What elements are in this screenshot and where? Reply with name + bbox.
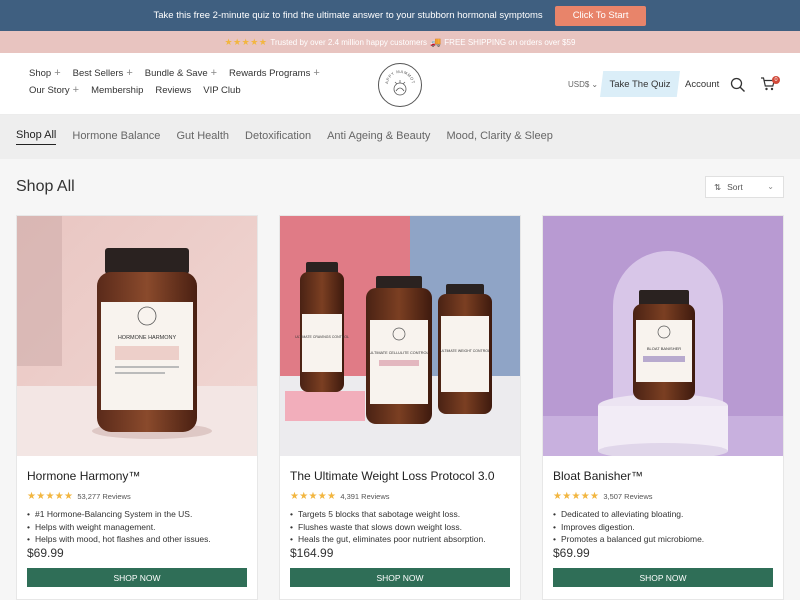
free-shipping-text: FREE SHIPPING on orders over $59	[444, 37, 576, 47]
product-image[interactable]: HORMONE HARMONY	[17, 216, 257, 456]
shop-now-button[interactable]: SHOP NOW	[290, 568, 510, 587]
rating: ★★★★★ 3,507 Reviews	[553, 491, 653, 502]
chevron-down-icon: ⌄	[767, 182, 774, 191]
feature-list: #1 Hormone-Balancing System in the US. H…	[27, 508, 249, 546]
currency-selector[interactable]: USD$ ⌄	[568, 80, 598, 89]
search-icon[interactable]	[730, 77, 746, 93]
product-price: $69.99	[553, 546, 590, 560]
tab-mood-clarity-sleep[interactable]: Mood, Clarity & Sleep	[446, 130, 552, 145]
feature-item: #1 Hormone-Balancing System in the US.	[27, 508, 249, 521]
review-count[interactable]: 4,391 Reviews	[340, 492, 389, 501]
product-image[interactable]: ULTIMATE CRAVINGS CONTROL ULTIMATE WEIGH…	[280, 216, 520, 456]
product-card[interactable]: BLOAT BANISHER Bloat Banisher™ ★★★★★ 3,5…	[542, 215, 784, 600]
feature-item: Flushes waste that slows down weight los…	[290, 521, 512, 534]
site-header: Shop + Best Sellers + Bundle & Save + Rewar…	[0, 53, 800, 115]
star-rating-icon: ★★★★★	[290, 491, 337, 502]
plus-icon: +	[210, 67, 218, 79]
nav-item-membership[interactable]: Membership	[91, 85, 143, 96]
promo-text: Take this free 2-minute quiz to find the…	[153, 10, 543, 21]
click-to-start-button[interactable]: Click To Start	[554, 5, 647, 26]
star-rating-icon: ★★★★★	[27, 491, 74, 502]
nav-item-bundle-save[interactable]: Bundle & Save +	[145, 67, 218, 80]
product-name[interactable]: The Ultimate Weight Loss Protocol 3.0	[290, 469, 495, 483]
product-name[interactable]: Hormone Harmony™	[27, 469, 140, 483]
tab-gut-health[interactable]: Gut Health	[176, 130, 229, 145]
feature-item: Heals the gut, eliminates poor nutrient …	[290, 533, 512, 546]
rating: ★★★★★ 4,391 Reviews	[290, 491, 390, 502]
plus-icon: +	[72, 84, 80, 96]
nav-item-our-story[interactable]: Our Story +	[29, 84, 80, 97]
feature-item: Dedicated to alleviating bloating.	[553, 508, 775, 521]
tab-shop-all[interactable]: Shop All	[16, 129, 57, 145]
review-count[interactable]: 53,277 Reviews	[77, 492, 130, 501]
feature-list: Dedicated to alleviating bloating. Impro…	[553, 508, 775, 546]
jar-label: HORMONE HARMONY	[118, 335, 177, 341]
page-title: Shop All	[16, 178, 75, 195]
trust-text: Trusted by over 2.4 million happy custom…	[270, 37, 428, 47]
chevron-down-icon: ⌄	[591, 80, 599, 89]
shop-now-button[interactable]: SHOP NOW	[27, 568, 247, 587]
feature-item: Helps with mood, hot flashes and other i…	[27, 533, 249, 546]
tab-hormone-balance[interactable]: Hormone Balance	[72, 130, 160, 145]
product-card[interactable]: HORMONE HARMONY Hormone Harmony™ ★★★★★ 5…	[16, 215, 258, 600]
review-count[interactable]: 3,507 Reviews	[603, 492, 652, 501]
currency-label: USD$	[568, 80, 590, 89]
nav-item-rewards-programs[interactable]: Rewards Programs +	[229, 67, 320, 80]
sort-icon: ⇅	[714, 181, 722, 192]
main-nav: Shop + Best Sellers + Bundle & Save + Rewar…	[29, 67, 369, 97]
tab-detoxification[interactable]: Detoxification	[245, 130, 311, 145]
tab-anti-ageing-beauty[interactable]: Anti Ageing & Beauty	[327, 130, 430, 145]
feature-list: Targets 5 blocks that sabotage weight lo…	[290, 508, 512, 546]
cart-count-badge: 0	[772, 76, 780, 84]
jar-label: BLOAT BANISHER	[647, 346, 681, 351]
shop-now-button[interactable]: SHOP NOW	[553, 568, 773, 587]
truck-icon: 🚚	[430, 36, 442, 47]
promo-bar: Take this free 2-minute quiz to find the…	[0, 0, 800, 31]
logo-text: HAPPY MAMMOTH	[380, 65, 415, 84]
star-rating-icon: ★★★★★	[553, 491, 600, 502]
product-name[interactable]: Bloat Banisher™	[553, 469, 643, 483]
plus-icon: +	[126, 67, 133, 79]
nav-item-reviews[interactable]: Reviews	[155, 85, 191, 96]
jar-label: ULTIMATE CELLULITE CONTROL	[369, 351, 428, 355]
category-filter-bar: Shop All Hormone Balance Gut Health Deto…	[0, 115, 800, 159]
plus-icon: +	[313, 67, 320, 79]
product-image[interactable]: BLOAT BANISHER	[543, 216, 783, 456]
account-link[interactable]: Account	[685, 79, 719, 90]
feature-item: Targets 5 blocks that sabotage weight lo…	[290, 508, 512, 521]
rating: ★★★★★ 53,277 Reviews	[27, 491, 131, 502]
feature-item: Promotes a balanced gut microbiome.	[553, 533, 775, 546]
nav-item-best-sellers[interactable]: Best Sellers +	[73, 67, 133, 80]
product-price: $164.99	[290, 546, 334, 560]
brand-logo[interactable]: HAPPY MAMMOTH	[378, 63, 422, 107]
jar-label: ULTIMATE WEIGHT CONTROL	[440, 349, 490, 353]
plus-icon: +	[54, 67, 61, 79]
take-the-quiz-button[interactable]: Take The Quiz	[600, 71, 680, 97]
svg-text:HAPPY MAMMOTH: HAPPY MAMMOTH	[380, 65, 416, 84]
sort-label: Sort	[727, 182, 743, 192]
trust-stars: ★★★★★	[224, 36, 268, 47]
feature-item: Helps with weight management.	[27, 521, 249, 534]
product-price: $69.99	[27, 546, 64, 560]
feature-item: Improves digestion.	[553, 521, 775, 534]
logo-emblem: HAPPY MAMMOTH	[380, 65, 416, 96]
product-card[interactable]: ULTIMATE CRAVINGS CONTROL ULTIMATE WEIGH…	[279, 215, 521, 600]
trust-bar: ★★★★★ Trusted by over 2.4 million happy …	[0, 31, 800, 53]
nav-item-shop[interactable]: Shop +	[29, 67, 61, 80]
jar-label: ULTIMATE CRAVINGS CONTROL	[295, 335, 349, 339]
nav-item-vip-club[interactable]: VIP Club	[203, 85, 240, 96]
sort-dropdown[interactable]: ⇅ Sort ⌄	[705, 176, 784, 198]
